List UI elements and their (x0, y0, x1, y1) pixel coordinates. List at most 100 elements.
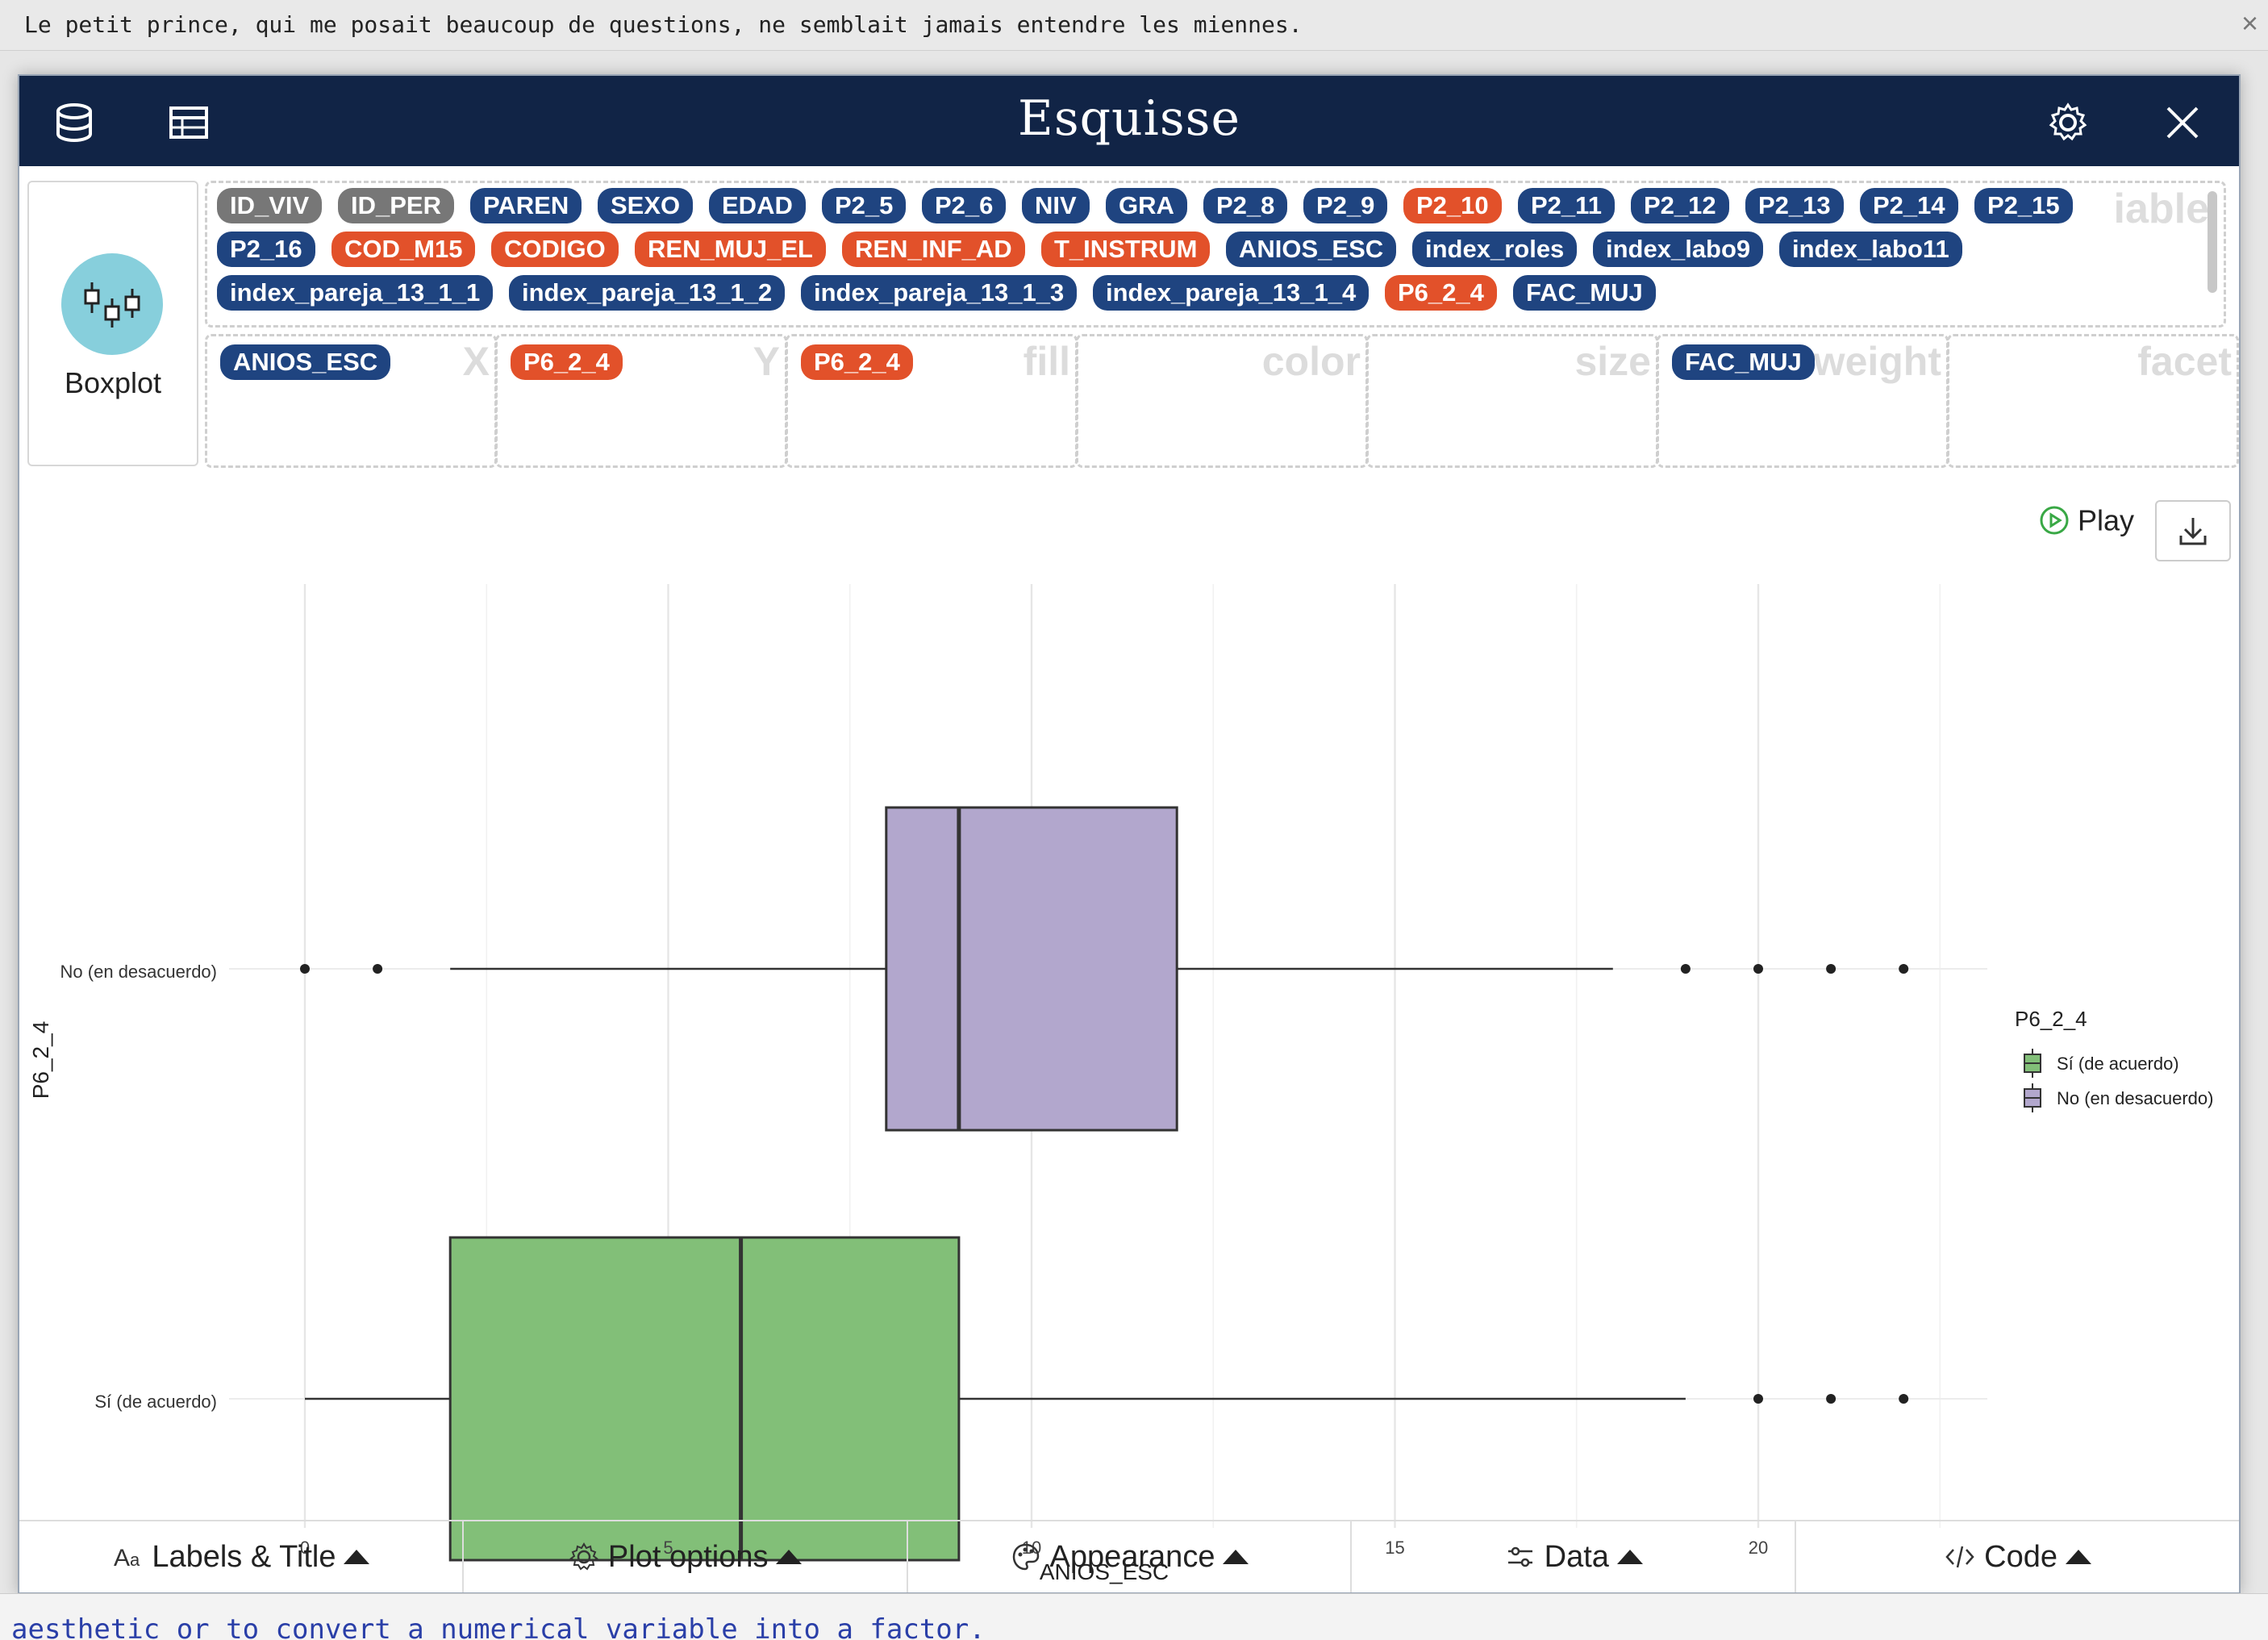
variable-chip-p2_11[interactable]: P2_11 (1518, 188, 1615, 223)
variable-chip-anios_esc[interactable]: ANIOS_ESC (1226, 232, 1397, 267)
gear-icon[interactable] (2047, 102, 2089, 144)
tab-label: Appearance (1049, 1539, 1215, 1574)
code-text: aesthetic or to convert a numerical vari… (11, 1613, 986, 1640)
outlier-point (1826, 964, 1836, 974)
boxplot-chart: Sí (de acuerdo)No (en desacuerdo)0 5 10 15 2… (28, 584, 2213, 1584)
plot-area: Sí (de acuerdo) No (en desacuerdo) 0 5 10 15 2… (19, 560, 2239, 1584)
tab-label: Code (1984, 1539, 2057, 1574)
variable-chip-p2_13[interactable]: P2_13 (1745, 188, 1844, 223)
download-icon (2179, 518, 2207, 545)
dropzone-fill[interactable]: fill P6_2_4 (786, 334, 1078, 468)
tab-appearance[interactable]: Appearance (908, 1521, 1353, 1592)
dropzone-weight[interactable]: weight FAC_MUJ (1657, 334, 1949, 468)
variable-chip-gra[interactable]: GRA (1106, 188, 1187, 223)
variable-chip-ren_muj_el[interactable]: REN_MUJ_EL (635, 232, 826, 267)
variable-chip-index_roles[interactable]: index_roles (1412, 232, 1578, 267)
variable-chip-edad[interactable]: EDAD (709, 188, 806, 223)
variable-chip-t_instrum[interactable]: T_INSTRUM (1041, 232, 1211, 267)
legend-title: P6_2_4 (2015, 1007, 2087, 1031)
svg-text:A: A (114, 1545, 130, 1571)
outlier-point (1753, 964, 1763, 974)
variable-chip-ren_inf_ad[interactable]: REN_INF_AD (842, 232, 1025, 267)
palette-icon (1012, 1543, 1039, 1571)
box (448, 1236, 961, 1562)
esquisse-modal: Esquisse Boxplot iable ID_VIV ID_PER PAREN… (18, 74, 2241, 1594)
variables-scrollbar[interactable] (2208, 191, 2217, 293)
dropzone-label: facet (2137, 339, 2232, 384)
download-button[interactable] (2155, 500, 2231, 561)
variable-chip-paren[interactable]: PAREN (470, 188, 582, 223)
variable-chip-sexo[interactable]: SEXO (598, 188, 694, 223)
gear-icon (569, 1542, 598, 1571)
variable-chip-index_pareja_13_1_1[interactable]: index_pareja_13_1_1 (217, 275, 494, 311)
caret-up-icon (1223, 1550, 1249, 1564)
dropzone-chip-fac_muj[interactable]: FAC_MUJ (1672, 344, 1815, 380)
y-tick-label: No (en desacuerdo) (60, 962, 217, 982)
tab-code[interactable]: Code (1796, 1521, 2239, 1592)
variable-chip-p2_15[interactable]: P2_15 (1974, 188, 2073, 223)
dropzone-color[interactable]: color (1076, 334, 1368, 468)
variable-chip-p2_10[interactable]: P2_10 (1403, 188, 1502, 223)
modal-header: Esquisse (19, 76, 2239, 166)
outlier-point (1826, 1394, 1836, 1404)
dropzone-label: fill (1023, 339, 1070, 384)
variable-chip-p2_5[interactable]: P2_5 (822, 188, 907, 223)
sliders-icon (1507, 1546, 1532, 1567)
variable-chip-p2_16[interactable]: P2_16 (217, 232, 315, 267)
variable-chip-p2_6[interactable]: P2_6 (922, 188, 1007, 223)
legend-label: Sí (de acuerdo) (2057, 1054, 2179, 1074)
dropzone-chip-p6_2_4[interactable]: P6_2_4 (801, 344, 913, 380)
y-tick-label: Sí (de acuerdo) (94, 1392, 217, 1412)
variable-chip-index_pareja_13_1_2[interactable]: index_pareja_13_1_2 (509, 275, 786, 311)
variable-chip-p6_2_4[interactable]: P6_2_4 (1385, 275, 1497, 311)
geom-selector[interactable]: Boxplot (27, 181, 198, 466)
outlier-point (1680, 964, 1691, 974)
variable-chip-cod_m15[interactable]: COD_M15 (331, 232, 476, 267)
variable-chip-fac_muj[interactable]: FAC_MUJ (1513, 275, 1656, 311)
variable-chip-p2_12[interactable]: P2_12 (1631, 188, 1729, 223)
dropzone-label: size (1574, 339, 1651, 384)
variable-chip-id_per[interactable]: ID_PER (338, 188, 454, 223)
dropzone-chip-anios_esc[interactable]: ANIOS_ESC (220, 344, 391, 380)
play-icon (2040, 506, 2069, 535)
play-label: Play (2078, 503, 2135, 537)
tab-labels-title[interactable]: Aa Labels & Title (19, 1521, 464, 1592)
dropzone-label: X (462, 339, 490, 384)
legend-label: No (en desacuerdo) (2057, 1088, 2213, 1108)
y-axis-title: P6_2_4 (28, 1021, 53, 1100)
box (885, 806, 1178, 1132)
variable-chip-index_labo9[interactable]: index_labo9 (1593, 232, 1764, 267)
tab-plot-options[interactable]: Plot options (464, 1521, 908, 1592)
variable-chip-codigo[interactable]: CODIGO (491, 232, 619, 267)
variable-chip-index_pareja_13_1_4[interactable]: index_pareja_13_1_4 (1093, 275, 1370, 311)
tab-data[interactable]: Data (1352, 1521, 1797, 1592)
code-icon (1945, 1546, 1974, 1568)
dropzone-Y[interactable]: Y P6_2_4 (495, 334, 787, 468)
caret-up-icon (776, 1550, 803, 1564)
play-button[interactable]: Play (2039, 502, 2134, 537)
variable-chip-niv[interactable]: NIV (1022, 188, 1090, 223)
dropzone-facet[interactable]: facet (1947, 334, 2239, 468)
boxplot-icon (61, 253, 163, 355)
code-strip: aesthetic or to convert a numerical vari… (0, 1593, 2268, 1640)
notification-text: Le petit prince, qui me posait beaucoup … (24, 11, 1303, 38)
caret-up-icon (2066, 1550, 2091, 1564)
variable-chip-p2_8[interactable]: P2_8 (1203, 188, 1288, 223)
dropzone-size[interactable]: size (1366, 334, 1658, 468)
close-icon[interactable] (2162, 102, 2203, 144)
dropzone-chip-p6_2_4[interactable]: P6_2_4 (511, 344, 623, 380)
dropzone-label: weight (1813, 339, 1941, 384)
variable-chip-p2_9[interactable]: P2_9 (1303, 188, 1388, 223)
caret-up-icon (344, 1550, 370, 1564)
variable-chip-index_labo11[interactable]: index_labo11 (1779, 232, 1962, 267)
tab-label: Data (1544, 1539, 1609, 1574)
geom-label: Boxplot (64, 366, 162, 399)
variable-chip-id_viv[interactable]: ID_VIV (217, 188, 323, 223)
variable-chip-p2_14[interactable]: P2_14 (1860, 188, 1958, 223)
outlier-point (1899, 964, 1909, 974)
outlier-point (1753, 1394, 1763, 1404)
variable-chip-index_pareja_13_1_3[interactable]: index_pareja_13_1_3 (801, 275, 1078, 311)
notification-close-button[interactable]: × (2241, 6, 2258, 40)
dropzone-X[interactable]: X ANIOS_ESC (205, 334, 497, 468)
text-icon: Aa (114, 1545, 140, 1571)
